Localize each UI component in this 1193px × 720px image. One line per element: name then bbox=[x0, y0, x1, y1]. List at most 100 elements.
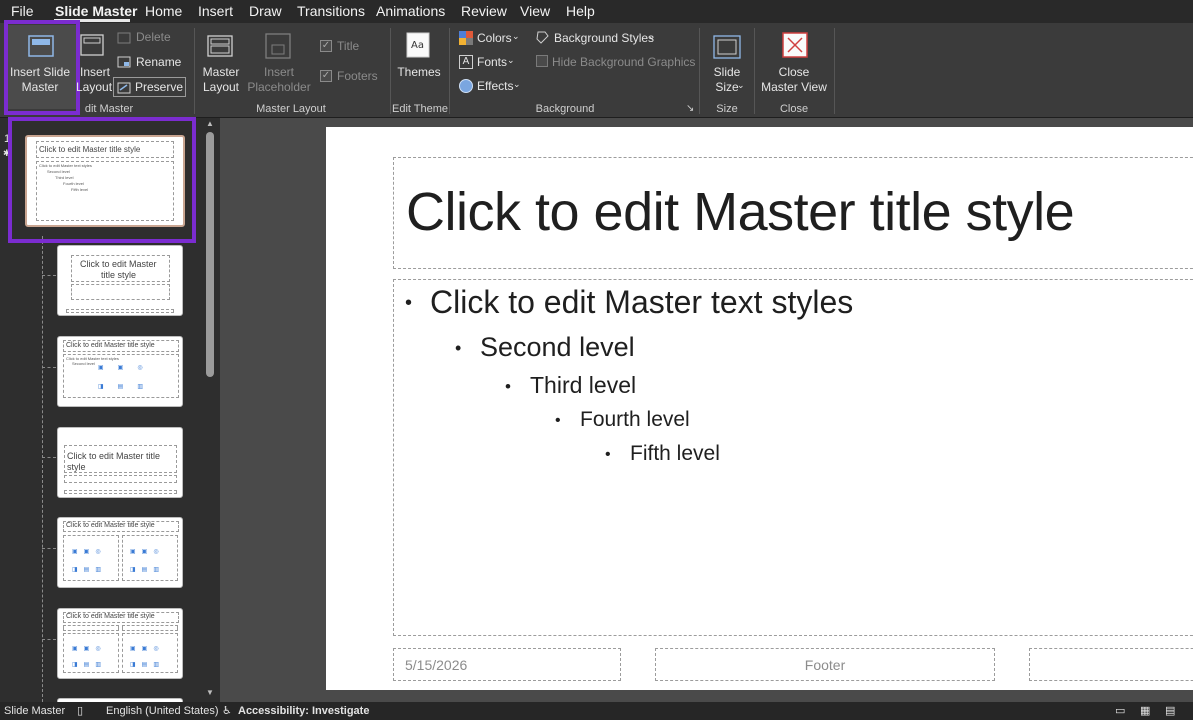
layout-connector bbox=[42, 275, 56, 276]
accessibility-icon[interactable]: ♿ bbox=[222, 704, 232, 717]
menu-home[interactable]: Home bbox=[145, 3, 182, 19]
footers-checkbox-label: Footers bbox=[337, 69, 378, 83]
insert-slide-master-button[interactable]: Insert Slide Master bbox=[4, 25, 76, 109]
dialog-launcher-icon[interactable]: ↘ bbox=[686, 103, 694, 114]
active-tab-indicator bbox=[54, 19, 130, 22]
hide-background-graphics-box bbox=[536, 55, 548, 67]
normal-view-icon[interactable]: ▭ bbox=[1115, 704, 1125, 717]
layout-thumbnail-comparison[interactable]: Click to edit Master title style ▣▣◎ ▣▣◎… bbox=[57, 608, 183, 679]
body-placeholder[interactable]: • Click to edit Master text styles • Sec… bbox=[393, 279, 1193, 636]
slide-sorter-icon[interactable]: ▦ bbox=[1140, 704, 1150, 717]
master-layout-label-2: Layout bbox=[202, 80, 240, 94]
title-checkbox[interactable]: ✓ Title bbox=[319, 38, 379, 56]
title-placeholder[interactable]: Click to edit Master title style bbox=[393, 157, 1193, 269]
delete-label: Delete bbox=[136, 30, 171, 44]
themes-button[interactable]: Aa Themes bbox=[395, 25, 443, 95]
thumb-fifth-level: Fifth level bbox=[71, 187, 89, 192]
close-master-view-label-2: Master View bbox=[761, 80, 827, 94]
menu-view[interactable]: View bbox=[520, 3, 550, 19]
slide-size-button[interactable]: Slide Size ⌄ bbox=[704, 25, 750, 95]
level4-text: Fourth level bbox=[580, 408, 690, 431]
svg-text:Aa: Aa bbox=[411, 40, 424, 51]
reading-view-icon[interactable]: ▤ bbox=[1165, 704, 1175, 717]
scrollbar-thumb[interactable] bbox=[206, 132, 214, 377]
colors-dropdown[interactable]: Colors ⌄ bbox=[457, 29, 527, 47]
menu-slide-master[interactable]: Slide Master bbox=[55, 3, 137, 19]
thumb-layout3-second: Second level bbox=[72, 361, 95, 366]
footers-checkbox[interactable]: ✓ Footers bbox=[319, 68, 389, 86]
view-status: Slide Master bbox=[4, 705, 66, 717]
menu-help[interactable]: Help bbox=[566, 3, 595, 19]
master-slide-canvas[interactable]: Click to edit Master title style • Click… bbox=[326, 127, 1193, 690]
scroll-down-icon[interactable]: ▼ bbox=[206, 688, 214, 697]
thumbnail-scrollbar[interactable]: ▲ ▼ bbox=[203, 118, 217, 702]
master-layout-button[interactable]: Master Layout bbox=[200, 25, 242, 95]
fonts-icon: A bbox=[459, 55, 473, 69]
menu-file[interactable]: File bbox=[11, 3, 34, 19]
effects-label: Effects bbox=[477, 79, 514, 93]
bullet-dot-2: • bbox=[455, 338, 462, 358]
ribbon-separator bbox=[699, 28, 700, 114]
layout-thumbnail-two-content[interactable]: Click to edit Master title style ▣▣◎ ▣▣◎… bbox=[57, 517, 183, 588]
footers-checkbox-box: ✓ bbox=[320, 70, 332, 82]
close-group-label: Close bbox=[779, 103, 809, 115]
accessibility-status[interactable]: Accessibility: Investigate bbox=[238, 705, 369, 717]
themes-icon: Aa bbox=[406, 32, 430, 58]
footer-placeholder[interactable]: Footer bbox=[655, 648, 995, 681]
pin-icon: ✱ bbox=[3, 148, 11, 158]
layout-icon bbox=[80, 34, 104, 56]
rename-button[interactable]: Rename bbox=[115, 53, 187, 71]
fonts-dropdown[interactable]: A Fonts ⌄ bbox=[457, 53, 527, 71]
layout-connector bbox=[42, 457, 56, 458]
master-layout-icon bbox=[207, 35, 233, 57]
insert-placeholder-button[interactable]: Insert Placeholder bbox=[244, 25, 314, 95]
slide-number-placeholder[interactable] bbox=[1029, 648, 1193, 681]
layout-thumbnail-section-header[interactable]: Click to edit Master title style bbox=[57, 427, 183, 498]
content-icons: ▣▣◎ bbox=[72, 646, 107, 652]
size-group-label: Size bbox=[716, 103, 738, 115]
layout-connector bbox=[42, 367, 56, 368]
insert-slide-master-label-2: Master bbox=[21, 80, 59, 94]
master-slide-thumbnail[interactable]: Click to edit Master title style Click t… bbox=[25, 135, 185, 227]
effects-dropdown[interactable]: Effects ⌄ bbox=[457, 77, 527, 95]
menu-transitions[interactable]: Transitions bbox=[297, 3, 365, 19]
master-layout-group-label: Master Layout bbox=[256, 103, 326, 115]
content-icons: ▣▣◎ bbox=[130, 549, 165, 555]
chevron-down-icon: ⌄ bbox=[512, 31, 520, 41]
layout-thumbnail-title-content[interactable]: Click to edit Master title style Click t… bbox=[57, 336, 183, 407]
content-icons: ◨▤▥ bbox=[130, 662, 166, 668]
language-status[interactable]: English (United States) bbox=[106, 705, 219, 717]
insert-placeholder-icon bbox=[265, 33, 291, 59]
slide-master-icon bbox=[28, 35, 54, 57]
level1-text: Click to edit Master text styles bbox=[430, 284, 854, 320]
layout-connector bbox=[42, 548, 56, 549]
hide-background-graphics-checkbox[interactable]: Hide Background Graphics bbox=[534, 53, 696, 71]
status-bar: Slide Master ▯ English (United States) ♿… bbox=[0, 702, 1193, 720]
content-icons: ◨▤▥ bbox=[130, 567, 166, 573]
date-placeholder[interactable]: 5/15/2026 bbox=[393, 648, 621, 681]
ribbon-separator bbox=[449, 28, 450, 114]
menu-insert[interactable]: Insert bbox=[198, 3, 233, 19]
preserve-button[interactable]: Preserve bbox=[113, 77, 186, 97]
scroll-up-icon[interactable]: ▲ bbox=[206, 119, 214, 128]
fonts-label: Fonts bbox=[477, 55, 508, 69]
layout-thumbnail-title-slide[interactable]: Click to edit Master title style bbox=[57, 245, 183, 316]
insert-layout-button[interactable]: Insert Layout bbox=[76, 25, 112, 95]
menu-animations[interactable]: Animations bbox=[376, 3, 445, 19]
ribbon-separator bbox=[754, 28, 755, 114]
close-master-view-button[interactable]: Close Master View bbox=[758, 25, 830, 95]
layout-connector bbox=[42, 236, 43, 702]
content-icons: ▣▣◎ bbox=[130, 646, 165, 652]
background-styles-dropdown[interactable]: Background Styles ⌄ bbox=[534, 29, 664, 47]
menu-draw[interactable]: Draw bbox=[249, 3, 282, 19]
thumb-layout6-title: Click to edit Master title style bbox=[66, 613, 155, 620]
hide-background-graphics-label: Hide Background Graphics bbox=[552, 55, 696, 69]
level3-text: Third level bbox=[530, 372, 637, 398]
delete-button[interactable]: Delete bbox=[115, 29, 187, 47]
thumb-layout2-title-line1: Click to edit Master bbox=[80, 259, 157, 269]
menu-review[interactable]: Review bbox=[461, 3, 507, 19]
content-icons: ◨▤▥ bbox=[72, 567, 108, 573]
spellcheck-icon[interactable]: ▯ bbox=[77, 704, 83, 717]
themes-label: Themes bbox=[397, 65, 441, 79]
background-styles-label: Background Styles bbox=[554, 31, 655, 45]
